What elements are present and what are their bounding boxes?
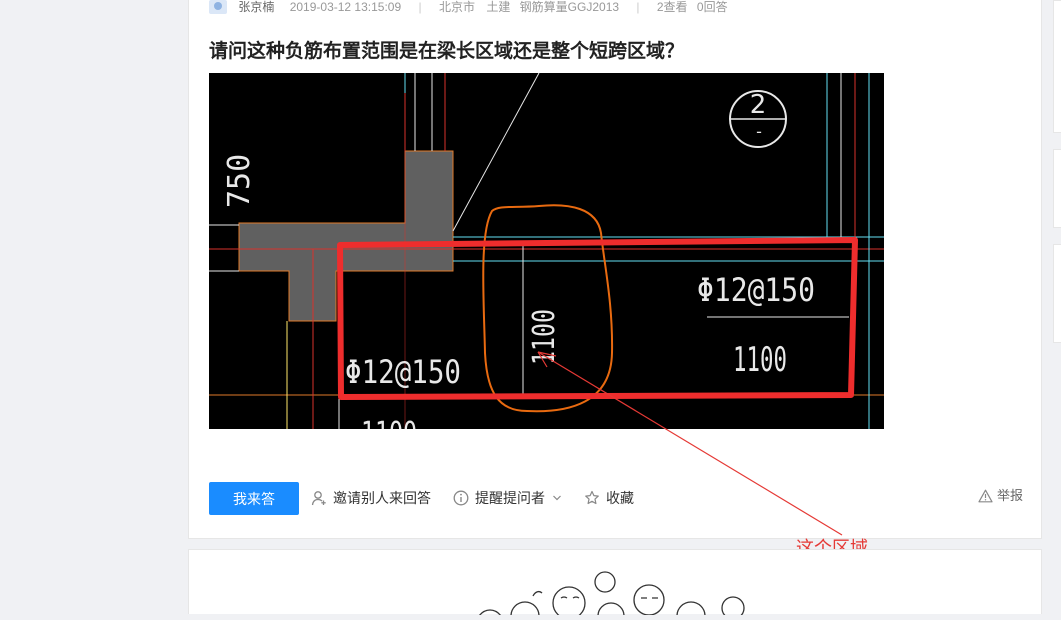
favorite-label: 收藏 — [606, 490, 634, 506]
empty-answers-panel — [188, 549, 1042, 620]
axis-number: 2 — [750, 90, 767, 120]
view-count: 2查看 — [656, 0, 688, 14]
right-sidebar-panel — [1053, 0, 1061, 133]
remind-action[interactable]: 提醒提问者 — [453, 482, 562, 515]
chevron-down-icon — [552, 495, 561, 501]
favorite-action[interactable]: 收藏 — [584, 482, 634, 515]
rebar-label-right: Φ12@150 — [697, 271, 815, 309]
invite-user-icon — [311, 491, 326, 506]
post-time: 2019-03-12 13:15:09 — [289, 0, 402, 14]
report-action[interactable]: 举报 — [978, 485, 1023, 507]
rebar-label-left: Φ12@150 — [345, 353, 461, 391]
length-label-right: 1100 — [733, 340, 787, 380]
author-name[interactable]: 张京楠 — [238, 0, 274, 14]
question-card: 张京楠 2019-03-12 13:15:09 | 北京市 土建 钢筋算量GGJ… — [188, 0, 1042, 539]
length-label-bottom: 1100 — [361, 416, 417, 429]
location: 北京市 — [438, 0, 475, 14]
info-icon — [453, 490, 469, 506]
empty-state-illustration — [478, 571, 745, 620]
category-tag[interactable]: 土建 — [486, 0, 510, 14]
question-title: 请问这种负筋布置范围是在梁长区域还是整个短跨区域？ — [209, 40, 685, 62]
cad-drawing-image[interactable]: 2 - 750 Φ12@150 Φ12@150 1100 1100 1100 — [209, 73, 884, 429]
svg-text:-: - — [756, 122, 762, 141]
answer-count: 0回答 — [696, 0, 728, 14]
warning-icon — [978, 489, 993, 502]
invite-action[interactable]: 邀请别人来回答 — [311, 482, 431, 515]
question-meta: 张京楠 2019-03-12 13:15:09 | 北京市 土建 钢筋算量GGJ… — [209, 0, 728, 14]
cad-drawing: 2 - 750 Φ12@150 Φ12@150 1100 1100 1100 — [209, 73, 884, 429]
star-icon — [585, 491, 599, 505]
dimension-750: 750 — [222, 154, 257, 208]
separator: | — [418, 0, 422, 14]
software-tag[interactable]: 钢筋算量GGJ2013 — [520, 0, 619, 14]
question-actions: 我来答 邀请别人来回答 提醒提问者 收藏 — [209, 482, 1025, 515]
length-label-vertical: 1100 — [527, 309, 562, 365]
separator: | — [636, 0, 640, 14]
avatar[interactable] — [209, 0, 227, 14]
remind-label: 提醒提问者 — [475, 490, 545, 506]
right-sidebar-panel — [1053, 149, 1061, 228]
invite-label: 邀请别人来回答 — [333, 490, 431, 506]
report-label: 举报 — [996, 488, 1023, 503]
right-sidebar-panel — [1053, 244, 1061, 343]
answer-button[interactable]: 我来答 — [209, 482, 299, 515]
